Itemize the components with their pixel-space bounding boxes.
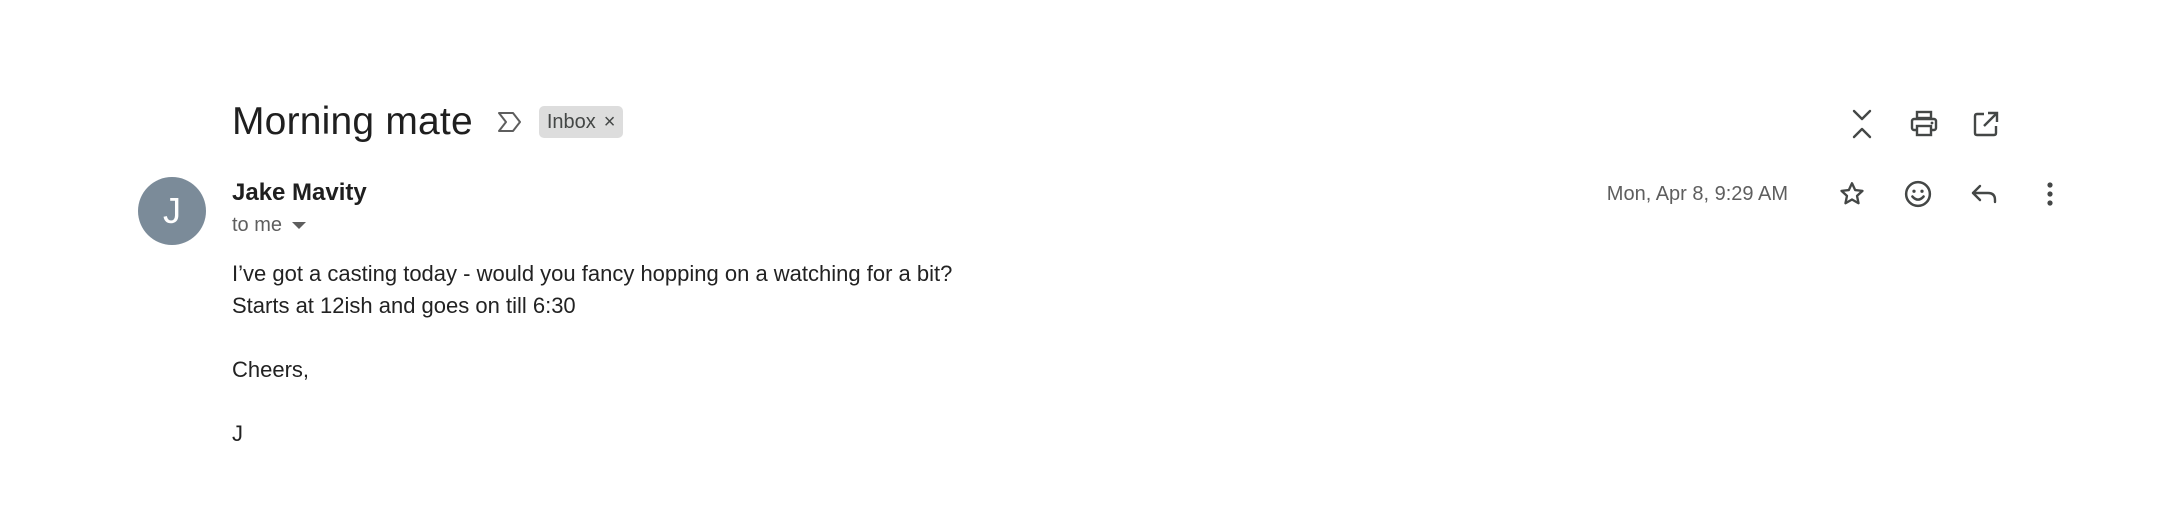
email-view: Morning mate Inbox × J Jake Mavity to me…	[0, 0, 2178, 520]
print-icon[interactable]	[1900, 100, 1948, 148]
body-line: I’ve got a casting today - would you fan…	[232, 261, 953, 286]
body-line: Starts at 12ish and goes on till 6:30	[232, 293, 576, 318]
message-date: Mon, Apr 8, 9:29 AM	[1606, 182, 1788, 205]
body-closing: Cheers,	[232, 357, 310, 382]
email-subject: Morning mate	[232, 100, 473, 143]
inbox-label-chip: Inbox ×	[538, 106, 624, 138]
remove-label-button[interactable]: ×	[604, 111, 616, 134]
message-body: I’ve got a casting today - would you fan…	[232, 258, 952, 450]
star-icon[interactable]	[1828, 170, 1876, 218]
recipient-line: to me	[232, 214, 307, 237]
reply-icon[interactable]	[1960, 170, 2008, 218]
importance-marker-icon[interactable]	[495, 107, 525, 137]
subject-row: Morning mate Inbox ×	[232, 92, 624, 152]
message-actions: Mon, Apr 8, 9:29 AM	[1607, 170, 2074, 218]
emoji-reaction-icon[interactable]	[1894, 170, 1942, 218]
more-vert-icon[interactable]	[2026, 170, 2074, 218]
sender-name[interactable]: Jake Mavity	[232, 179, 367, 207]
recipient-text: to me	[232, 214, 283, 236]
label-chip-text: Inbox	[546, 110, 596, 133]
thread-toolbar	[1824, 100, 2010, 148]
body-signature: J	[232, 421, 243, 446]
collapse-all-icon[interactable]	[1838, 100, 1886, 148]
sender-avatar[interactable]: J	[138, 177, 206, 245]
show-details-dropdown-icon[interactable]	[292, 222, 307, 229]
open-in-new-window-icon[interactable]	[1962, 100, 2010, 148]
